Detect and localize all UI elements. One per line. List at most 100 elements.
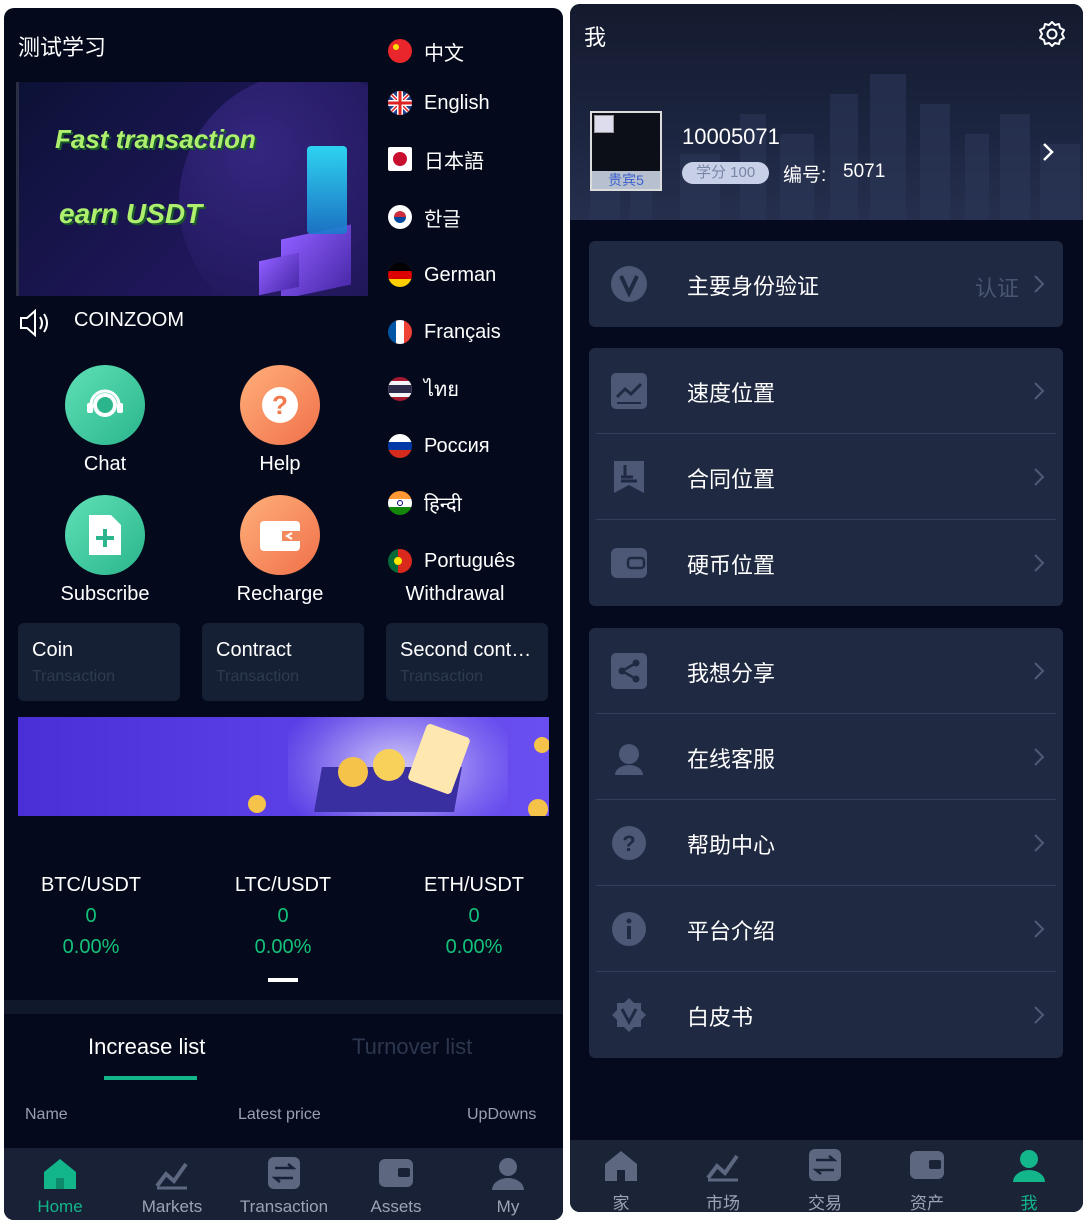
nav-assets[interactable]: 资产: [876, 1140, 978, 1212]
exchange-icon: [268, 1157, 300, 1189]
promo-banner[interactable]: Fast transaction earn USDT: [16, 82, 368, 296]
germany-flag-icon: [388, 263, 412, 287]
section-divider: [4, 1000, 563, 1014]
language-label: 中文: [424, 42, 464, 65]
wallet-icon: [611, 548, 647, 578]
ticker-eth[interactable]: ETH/USDT 0 0.00%: [394, 874, 554, 959]
chevron-right-icon: [1034, 920, 1045, 938]
nav-trade[interactable]: 交易: [774, 1140, 876, 1212]
nav-markets[interactable]: 市场: [672, 1140, 774, 1212]
second-contract-tab[interactable]: Second contract Transaction: [386, 623, 548, 701]
tab-subtitle: Transaction: [400, 668, 483, 685]
coin-transaction-tab[interactable]: Coin Transaction: [18, 623, 180, 701]
tab-subtitle: Transaction: [216, 668, 299, 685]
wallet-icon: [240, 495, 320, 575]
exchange-icon: [809, 1149, 841, 1181]
language-label: Россия: [424, 434, 490, 457]
subscribe-button[interactable]: Subscribe: [35, 495, 175, 606]
nav-transaction[interactable]: Transaction: [228, 1148, 340, 1220]
language-option-fr[interactable]: Français: [388, 317, 501, 347]
help-center-row[interactable]: ? 帮助中心: [589, 800, 1063, 886]
ticker-btc[interactable]: BTC/USDT 0 0.00%: [11, 874, 171, 959]
chevron-right-icon: [1034, 662, 1045, 680]
ticker-pair: ETH/USDT: [424, 874, 524, 896]
nav-label: 资产: [910, 1194, 944, 1212]
headset-icon: [615, 742, 643, 775]
withdrawal-button[interactable]: Withdrawal: [385, 495, 525, 606]
speaker-icon: [20, 308, 48, 338]
ticker-ltc[interactable]: LTC/USDT 0 0.00%: [203, 874, 363, 959]
coin-position-row[interactable]: 硬币位置: [589, 520, 1063, 606]
user-icon: [1013, 1150, 1045, 1182]
row-label: 在线客服: [687, 747, 776, 772]
verify-status: 认证: [975, 276, 1020, 301]
home-icon: [605, 1151, 637, 1181]
nav-label: 交易: [808, 1194, 842, 1212]
nav-home[interactable]: Home: [4, 1148, 116, 1220]
row-label: 平台介绍: [687, 919, 776, 944]
home-icon: [44, 1159, 76, 1189]
column-updowns: UpDowns: [467, 1106, 537, 1123]
promo-strip-banner[interactable]: [18, 717, 549, 816]
nav-my[interactable]: My: [452, 1148, 563, 1220]
language-option-zh[interactable]: 中文: [388, 36, 464, 66]
contract-position-row[interactable]: 合同位置: [589, 434, 1063, 520]
tab-title: Coin: [32, 639, 74, 661]
nav-markets[interactable]: Markets: [116, 1148, 228, 1220]
chat-button[interactable]: Chat: [35, 365, 175, 476]
services-card: 我想分享 在线客服 ? 帮助中心 平台介绍 白皮书: [589, 628, 1063, 1058]
vip-badge: 贵宾5: [592, 171, 660, 189]
nav-home[interactable]: 家: [570, 1140, 672, 1212]
app-title: 测试学习: [18, 35, 107, 60]
nav-assets[interactable]: Assets: [340, 1148, 452, 1220]
bottom-navigation: 家 市场 交易 资产 我: [570, 1140, 1083, 1212]
serial-label: 编号:: [783, 165, 827, 186]
uk-flag-icon: [388, 91, 412, 115]
share-row[interactable]: 我想分享: [589, 628, 1063, 714]
row-label: 帮助中心: [687, 833, 776, 858]
language-label: Français: [424, 320, 501, 343]
help-button[interactable]: ? Help: [210, 365, 350, 476]
language-option-ru[interactable]: Россия: [388, 431, 490, 461]
identity-verification-row[interactable]: 主要身份验证 认证: [589, 241, 1063, 327]
contract-transaction-tab[interactable]: Contract Transaction: [202, 623, 364, 701]
language-option-ja[interactable]: 日本語: [388, 144, 484, 174]
avatar[interactable]: 贵宾5: [590, 111, 662, 191]
info-icon: [612, 912, 646, 946]
japan-flag-icon: [388, 147, 412, 171]
speed-position-row[interactable]: 速度位置: [589, 348, 1063, 434]
tab-turnover-list[interactable]: Turnover list: [352, 1034, 472, 1060]
thailand-flag-icon: [388, 377, 412, 401]
tab-title: Contract: [216, 639, 292, 661]
platform-intro-row[interactable]: 平台介绍: [589, 886, 1063, 972]
language-option-th[interactable]: ไทย: [388, 374, 459, 404]
row-label: 主要身份验证: [687, 274, 820, 299]
china-flag-icon: [388, 39, 412, 63]
withdrawal-label: Withdrawal: [405, 583, 505, 605]
whitepaper-row[interactable]: 白皮书: [589, 972, 1063, 1058]
positions-card: 速度位置 合同位置 硬币位置: [589, 348, 1063, 606]
user-icon: [492, 1158, 524, 1190]
chevron-right-icon[interactable]: [1040, 140, 1056, 164]
chevron-right-icon: [1034, 275, 1045, 293]
tab-increase-list[interactable]: Increase list: [88, 1034, 205, 1060]
coin-icon: [373, 749, 405, 781]
gear-icon[interactable]: [1038, 20, 1066, 48]
language-option-ko[interactable]: 한글: [388, 202, 461, 232]
language-label: German: [424, 263, 497, 286]
nav-label: Transaction: [239, 1197, 329, 1216]
online-support-row[interactable]: 在线客服: [589, 714, 1063, 800]
ticker-price: 0: [277, 905, 289, 927]
language-option-en[interactable]: English: [388, 88, 490, 118]
recharge-button[interactable]: Recharge: [210, 495, 350, 606]
language-label: ไทย: [424, 379, 459, 401]
nav-me[interactable]: 我: [978, 1140, 1080, 1212]
chart-icon: [706, 1154, 739, 1182]
language-label: 한글: [424, 208, 461, 231]
language-option-de[interactable]: German: [388, 260, 496, 290]
wallet-icon: [910, 1151, 944, 1179]
korea-flag-icon: [388, 205, 412, 229]
add-document-icon: [65, 495, 145, 575]
recharge-label: Recharge: [236, 583, 324, 605]
verify-icon: [611, 266, 647, 302]
